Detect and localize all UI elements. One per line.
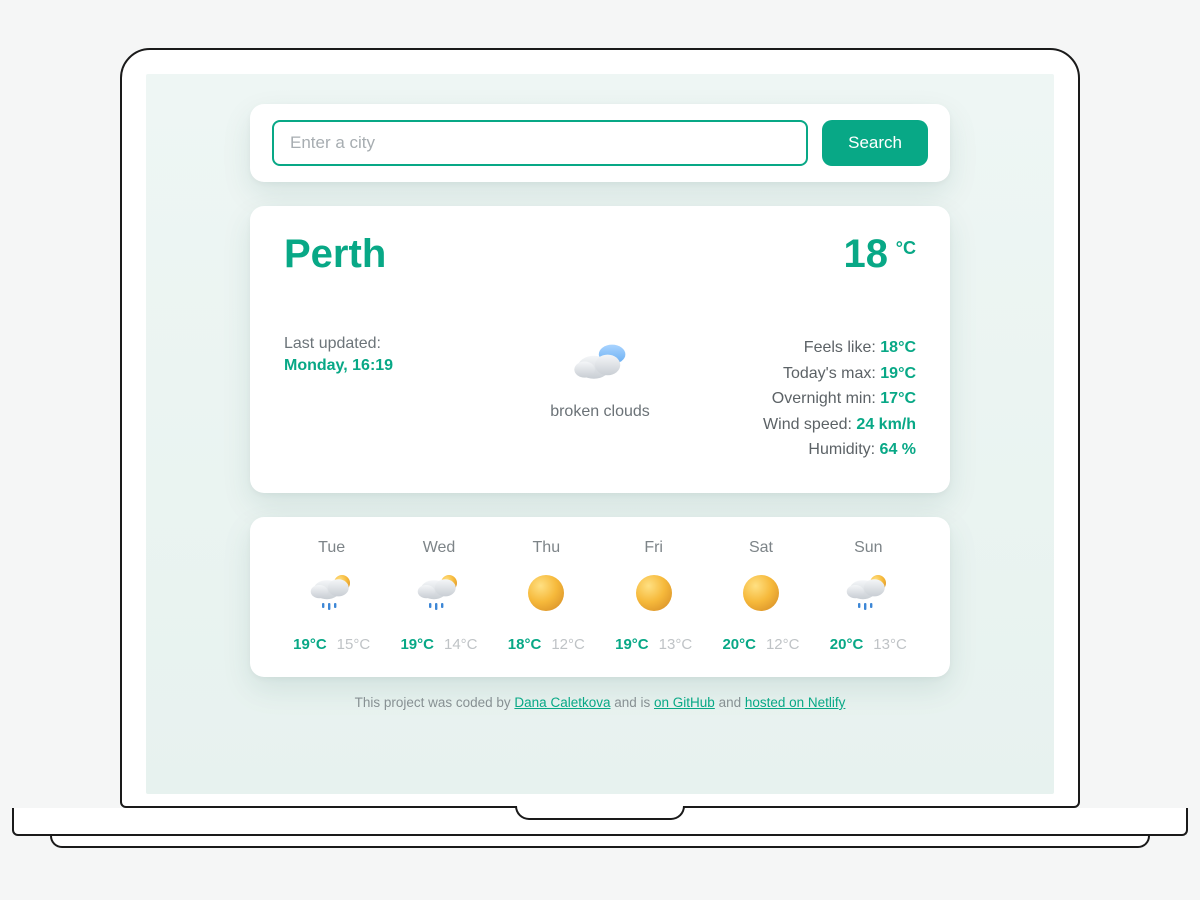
laptop-frame: Search Perth 18 °C Last updated: Monday,… [120, 48, 1080, 848]
forecast-day: Fri 19°C 13°C [600, 539, 707, 653]
forecast-card: Tue 19°C 15°C Wed 19°C 14°C Thu 18°C 12°C Fri 19°C… [250, 517, 950, 677]
current-stats: Feels like: 18°C Today's max: 19°C Overn… [713, 335, 916, 463]
footer-pre: This project was coded by [355, 695, 515, 710]
github-link[interactable]: on GitHub [654, 695, 715, 710]
overnight-min-value: 17°C [880, 390, 916, 407]
forecast-day-name: Sat [707, 539, 814, 557]
laptop-notch [515, 806, 685, 820]
laptop-base-bottom [50, 836, 1150, 848]
forecast-high: 18°C [508, 636, 542, 653]
rain-sun-icon [415, 569, 463, 617]
wind-speed-value: 24 km/h [856, 416, 916, 433]
humidity-value: 64 % [880, 441, 916, 458]
forecast-low: 12°C [766, 636, 800, 653]
author-link[interactable]: Dana Caletkova [514, 695, 610, 710]
forecast-day-name: Wed [385, 539, 492, 557]
footer-and: and [715, 695, 745, 710]
city-search-input[interactable] [272, 120, 808, 166]
wind-speed-label: Wind speed: [763, 416, 856, 433]
forecast-high: 19°C [400, 636, 434, 653]
condition-text: broken clouds [550, 403, 650, 421]
forecast-day: Sun 20°C 13°C [815, 539, 922, 653]
current-weather-card: Perth 18 °C Last updated: Monday, 16:19 [250, 206, 950, 493]
current-temp-value: 18 [844, 232, 889, 276]
laptop-base-top [12, 808, 1188, 836]
forecast-day-name: Sun [815, 539, 922, 557]
forecast-high: 20°C [830, 636, 864, 653]
broken-clouds-icon [571, 335, 629, 393]
feels-like-value: 18°C [880, 339, 916, 356]
footer-mid: and is [610, 695, 654, 710]
forecast-high: 19°C [615, 636, 649, 653]
laptop-lid: Search Perth 18 °C Last updated: Monday,… [120, 48, 1080, 808]
todays-max-label: Today's max: [783, 365, 880, 382]
forecast-low: 13°C [659, 636, 693, 653]
forecast-day-name: Thu [493, 539, 600, 557]
feels-like-label: Feels like: [804, 339, 880, 356]
forecast-low: 15°C [337, 636, 371, 653]
forecast-low: 14°C [444, 636, 478, 653]
search-card: Search [250, 104, 950, 182]
forecast-day: Wed 19°C 14°C [385, 539, 492, 653]
forecast-day: Tue 19°C 15°C [278, 539, 385, 653]
last-updated-label: Last updated: [284, 335, 487, 353]
rain-sun-icon [308, 569, 356, 617]
forecast-day-name: Tue [278, 539, 385, 557]
forecast-high: 19°C [293, 636, 327, 653]
forecast-day: Sat 20°C 12°C [707, 539, 814, 653]
forecast-high: 20°C [722, 636, 756, 653]
forecast-day-name: Fri [600, 539, 707, 557]
netlify-link[interactable]: hosted on Netlify [745, 695, 846, 710]
current-temperature: 18 °C [844, 232, 917, 277]
footer-text: This project was coded by Dana Caletkova… [355, 695, 846, 710]
forecast-day: Thu 18°C 12°C [493, 539, 600, 653]
last-updated-value: Monday, 16:19 [284, 357, 487, 375]
forecast-low: 12°C [551, 636, 585, 653]
overnight-min-label: Overnight min: [772, 390, 880, 407]
sun-icon [737, 569, 785, 617]
todays-max-value: 19°C [880, 365, 916, 382]
city-name: Perth [284, 232, 386, 277]
forecast-low: 13°C [873, 636, 907, 653]
rain-sun-icon [844, 569, 892, 617]
humidity-label: Humidity: [808, 441, 879, 458]
temperature-unit: °C [896, 238, 916, 259]
sun-icon [522, 569, 570, 617]
sun-icon [630, 569, 678, 617]
app-screen: Search Perth 18 °C Last updated: Monday,… [146, 74, 1054, 794]
search-button[interactable]: Search [822, 120, 928, 166]
